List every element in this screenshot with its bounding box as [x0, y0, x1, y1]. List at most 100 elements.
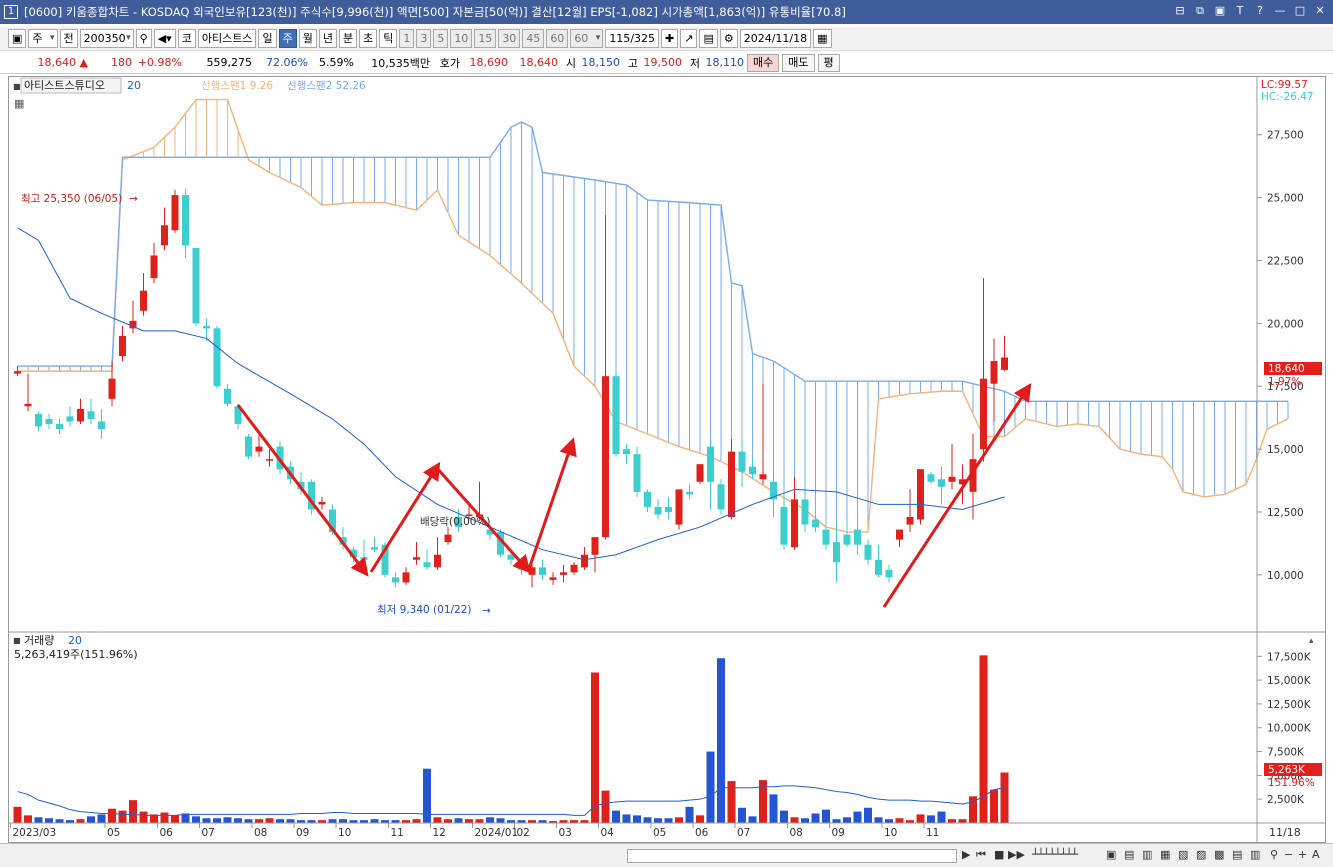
prev-button[interactable]: 전	[59, 29, 78, 48]
fast-forward-icon[interactable]: ▶▶	[1008, 847, 1025, 863]
interval-10[interactable]: 10	[450, 29, 473, 48]
candle-body	[980, 378, 987, 450]
period-select[interactable]: 주	[28, 29, 58, 48]
interval-60[interactable]: 60	[546, 29, 569, 48]
help-icon[interactable]: ?	[1253, 4, 1267, 18]
calendar-icon[interactable]: ▦	[813, 29, 832, 48]
low-arrow-icon: →	[482, 605, 491, 617]
layout-8-icon[interactable]: ▤	[1232, 847, 1242, 863]
volume-collapse-icon[interactable]: ▴	[1309, 636, 1314, 646]
volume-bar	[433, 817, 442, 823]
interval-3[interactable]: 3	[416, 29, 432, 48]
candle-body	[66, 416, 74, 422]
time-tick-label: 09	[832, 827, 845, 839]
layout-7-icon[interactable]: ▩	[1214, 847, 1224, 863]
layout-5-icon[interactable]: ▧	[1178, 847, 1188, 863]
candle-body	[150, 255, 158, 279]
period-month[interactable]: 월	[298, 29, 317, 48]
time-axis-ticks: 2023/03 05 06 07 08 09 10 11 12 2024/0102 03 04 05 06…	[10, 823, 939, 839]
volume-current-marker: 5,263K 151.96%	[1264, 763, 1322, 789]
interval-1[interactable]: 1	[399, 29, 415, 48]
gear-icon[interactable]: ⚙	[719, 29, 738, 48]
minimize-icon[interactable]: —	[1273, 4, 1287, 18]
candle-body	[665, 506, 672, 512]
zoom-out-button[interactable]: −	[1284, 847, 1293, 863]
stop-icon[interactable]: ■	[994, 847, 1004, 863]
grid-table-icon[interactable]: ▦	[14, 97, 24, 110]
zoom-search-icon[interactable]: ⚲	[1270, 847, 1278, 863]
close-icon[interactable]: ✕	[1313, 4, 1327, 18]
time-tick-label: 10	[338, 827, 351, 839]
layout-1-icon[interactable]: ▣	[1106, 847, 1116, 863]
chart-stock-title: 아티스트스튜디오	[24, 79, 105, 92]
axes	[9, 77, 1325, 842]
candle-body	[938, 479, 945, 487]
auto-scale-button[interactable]: A	[1312, 847, 1320, 863]
maximize-icon[interactable]: □	[1293, 4, 1307, 18]
interval-30[interactable]: 30	[498, 29, 521, 48]
period-year[interactable]: 년	[318, 29, 337, 48]
period-second[interactable]: 초	[359, 29, 378, 48]
layout-icon[interactable]: ⊟	[1173, 4, 1187, 18]
layout-2-icon[interactable]: ▤	[1124, 847, 1134, 863]
period-day[interactable]: 일	[258, 29, 277, 48]
data-count-input[interactable]: 115/325	[605, 29, 660, 48]
sound-icon[interactable]: ◀▾	[153, 29, 176, 48]
play-icon[interactable]: ▶	[962, 847, 970, 863]
data-count: 115	[609, 32, 631, 45]
layout-9-icon[interactable]: ▥	[1250, 847, 1260, 863]
period-tick[interactable]: 틱	[379, 29, 398, 48]
candle-body	[266, 459, 273, 461]
interval-45[interactable]: 45	[522, 29, 545, 48]
candle-body	[392, 577, 399, 583]
candle-body	[213, 328, 221, 387]
low-annotation: 최저 9,340 (01/22)	[377, 604, 472, 616]
zoom-in-button[interactable]: +	[1298, 847, 1307, 863]
candle-body	[45, 418, 53, 424]
copy-window-icon[interactable]: ⧉	[1193, 4, 1207, 18]
chart-area[interactable]: ■ 아티스트스튜디오 20 선행스팬1 9.26 선행스팬2 52.26 ▦ L…	[8, 76, 1326, 843]
layout-3-icon[interactable]: ▥	[1142, 847, 1152, 863]
save-icon[interactable]: ▤	[699, 29, 718, 48]
volume-bar	[139, 811, 148, 823]
interval-15[interactable]: 15	[474, 29, 497, 48]
period-week[interactable]: 주	[278, 29, 297, 48]
interval-select[interactable]: 60	[570, 29, 604, 48]
candle-body	[675, 489, 683, 525]
chart-scrollbar[interactable]	[627, 849, 957, 863]
stock-name-field[interactable]: 아티스트스	[197, 29, 257, 48]
window-title: [0600] 키움종합차트 - KOSDAQ 외국인보유[123(천)] 주식수…	[24, 5, 846, 19]
volume-bar	[612, 810, 620, 823]
volume-tick-label: 15,000K	[1267, 675, 1312, 687]
volume-bar	[748, 816, 757, 823]
period-minute[interactable]: 분	[338, 29, 358, 48]
low-price: 18,110	[705, 56, 745, 69]
time-tick-label: 11	[391, 827, 404, 839]
ruler-icon[interactable]: ┴┴┴┴┴┴┴┴	[1032, 847, 1078, 863]
price-tick-label: 20,000	[1267, 318, 1304, 330]
volume-bar	[706, 751, 715, 823]
first-icon[interactable]: ⏮	[976, 847, 986, 863]
trend-tool-icon[interactable]: ↗	[680, 29, 698, 48]
avg-button[interactable]: 평	[817, 53, 840, 72]
time-tick-label: 06	[160, 827, 174, 839]
layout-6-icon[interactable]: ▨	[1196, 847, 1206, 863]
sell-button[interactable]: 매도	[782, 53, 815, 72]
date-input[interactable]: 2024/11/18	[739, 29, 812, 48]
interval-5[interactable]: 5	[433, 29, 449, 48]
time-tick-label: 12	[433, 827, 446, 839]
crosshair-icon[interactable]: ✚	[661, 29, 679, 48]
text-icon[interactable]: T	[1233, 4, 1247, 18]
volume-bar	[202, 818, 211, 823]
buy-button[interactable]: 매수	[747, 53, 780, 72]
search-icon[interactable]: ⚲	[135, 29, 152, 48]
chart-settings-icon[interactable]: ▣	[8, 29, 27, 48]
candle-body	[864, 544, 872, 560]
layout-4-icon[interactable]: ▦	[1160, 847, 1170, 863]
candle-body	[171, 195, 179, 231]
candle-body	[77, 408, 84, 422]
chart-canvas[interactable]: ■ 아티스트스튜디오 20 선행스팬1 9.26 선행스팬2 52.26 ▦ L…	[9, 77, 1325, 842]
stock-code-input[interactable]: 200350	[79, 29, 134, 48]
screen-icon[interactable]: ▣	[1213, 4, 1227, 18]
candle-body	[24, 403, 32, 407]
